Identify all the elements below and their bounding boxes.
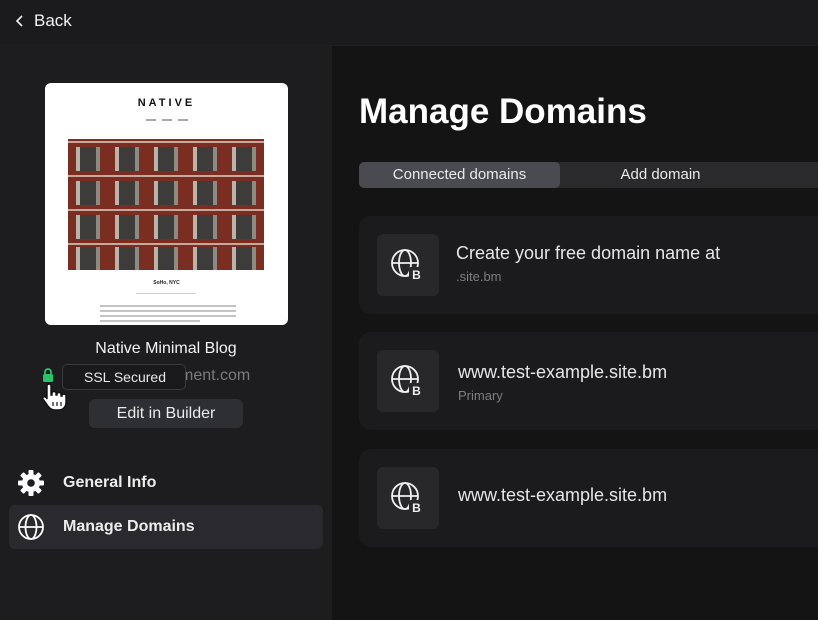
preview-photo [68, 139, 264, 270]
lock-icon[interactable] [41, 368, 55, 382]
back-label: Back [34, 11, 72, 30]
globe-b-icon: B [391, 482, 424, 515]
tab-connected-domains[interactable]: Connected domains [359, 162, 560, 188]
sidebar: NATIVE SoHo, NYC Native Minimal Blog men… [0, 46, 332, 620]
site-name: Native Minimal Blog [95, 340, 237, 357]
svg-text:B: B [412, 501, 421, 515]
gear-icon [18, 470, 44, 496]
sidebar-item-label: General Info [63, 474, 157, 491]
preview-nav [45, 119, 288, 121]
tab-add-domain[interactable]: Add domain [560, 162, 761, 188]
globe-icon [18, 514, 44, 540]
top-bar: Back [0, 0, 818, 46]
globe-b-icon: B [391, 249, 424, 282]
sidebar-item-general-info[interactable]: General Info [9, 461, 323, 505]
back-button[interactable]: Back [14, 11, 72, 31]
ssl-tooltip: SSL Secured [62, 364, 186, 390]
sidebar-item-label: Manage Domains [63, 518, 195, 535]
globe-b-icon: B [391, 365, 424, 398]
sidebar-item-manage-domains[interactable]: Manage Domains [9, 505, 323, 549]
domain-icon-box: B [377, 234, 439, 296]
preview-divider [100, 293, 233, 298]
domain-title: www.test-example.site.bm [458, 485, 668, 505]
chevron-left-icon [15, 15, 23, 27]
domain-subtitle: .site.bm [456, 269, 502, 284]
preview-caption: SoHo, NYC [153, 280, 180, 286]
preview-body-text [100, 305, 236, 325]
site-preview-thumbnail[interactable]: NATIVE SoHo, NYC [45, 83, 288, 325]
page-title: Manage Domains [359, 92, 647, 131]
svg-text:B: B [412, 268, 421, 282]
domain-title: Create your free domain name at [456, 243, 721, 263]
domain-card-secondary[interactable]: B www.test-example.site.bm [359, 449, 818, 547]
site-domain: ment.com [180, 367, 251, 384]
hand-pointer-icon [42, 383, 67, 411]
domain-card-free[interactable]: B Create your free domain name at .site.… [359, 216, 818, 314]
domain-card-primary[interactable]: B www.test-example.site.bm Primary [359, 332, 818, 430]
domain-subtitle: Primary [458, 388, 503, 403]
main-content: Manage Domains Connected domains Add dom… [332, 46, 818, 620]
domain-title: www.test-example.site.bm [458, 362, 668, 382]
preview-logo: NATIVE [137, 97, 196, 109]
domain-icon-box: B [377, 467, 439, 529]
domain-icon-box: B [377, 350, 439, 412]
edit-in-builder-button[interactable]: Edit in Builder [89, 399, 243, 428]
domain-tabs: Connected domains Add domain [359, 162, 818, 188]
svg-text:B: B [412, 384, 421, 398]
